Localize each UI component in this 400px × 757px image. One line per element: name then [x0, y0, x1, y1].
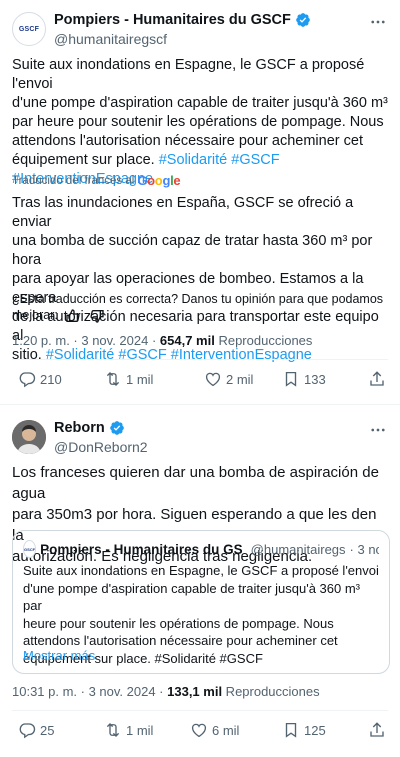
repost-icon: [106, 723, 120, 737]
tweet-timestamp-views: 1:20 p. m. · 3 nov. 2024 · 654,7 mil Rep…: [12, 333, 312, 348]
text-line: Los franceses quieren dar una bomba de a…: [12, 464, 379, 502]
text-line: Suite aux inondations en Espagne, le GSC…: [12, 57, 365, 92]
repost-count: 1 mil: [126, 722, 154, 738]
translated-label: Traducido del francés al: [12, 174, 135, 187]
thumbs-down-icon[interactable]: [89, 308, 105, 324]
reply-count: 210: [40, 371, 62, 387]
repost-count: 1 mil: [126, 371, 154, 387]
text-line: sitio. #Solidarité #GSCF #InterventionEs…: [12, 346, 390, 365]
author-name-line: Reborn: [54, 420, 125, 436]
reply-icon: [19, 372, 36, 388]
reply-count: 25: [40, 722, 55, 738]
text-line: par heure pour soutenir les opérations d…: [12, 114, 384, 130]
text-line: una bomba de succión capaz de tratar has…: [12, 233, 373, 268]
author-name[interactable]: Pompiers - Humanitaires du GSCF: [54, 12, 291, 28]
more-options-icon[interactable]: [368, 420, 388, 440]
timestamp[interactable]: 10:31 p. m. · 3 nov. 2024 ·: [12, 684, 167, 699]
hashtag-link[interactable]: #InterventionEspagne: [171, 347, 312, 363]
bookmark-button[interactable]: 125: [282, 721, 326, 739]
bookmark-count: 133: [304, 371, 326, 387]
hashtag-link[interactable]: #GSCF: [231, 152, 279, 168]
reply-icon: [19, 723, 36, 739]
like-button[interactable]: 6 mil: [190, 721, 239, 739]
tweet-actions: 210 1 mil 2 mil 133: [12, 370, 388, 394]
feedback-prompt: mejorar:: [12, 308, 58, 322]
quoted-author-name: Pompiers - Humanitaires du GS: [40, 541, 243, 557]
hashtag-link[interactable]: #Solidarité: [159, 152, 228, 168]
verified-badge-icon: [296, 13, 310, 27]
verified-badge-icon: [109, 421, 124, 435]
text-line: attendons l'autorisation nécessaire pour…: [23, 633, 338, 648]
repost-icon: [106, 372, 120, 386]
views-count: 133,1 mil: [167, 684, 223, 699]
avatar-logo-text: GSCF: [18, 25, 40, 33]
like-count: 2 mil: [226, 371, 254, 387]
heart-icon: [191, 723, 207, 738]
google-letter: e: [173, 173, 181, 188]
more-options-icon[interactable]: [368, 12, 388, 32]
timestamp[interactable]: 1:20 p. m. · 3 nov. 2024 ·: [12, 333, 160, 348]
thumbs-up-icon[interactable]: [65, 308, 81, 324]
text-line: heure pour soutenir les opérations de po…: [23, 615, 334, 631]
tweet-timestamp-views: 10:31 p. m. · 3 nov. 2024 · 133,1 mil Re…: [12, 684, 320, 699]
bookmark-icon: [285, 722, 297, 738]
feedback-question: ¿Esta traducción es correcta? Danos tu o…: [12, 292, 384, 306]
reply-button[interactable]: 210: [18, 370, 62, 388]
quoted-date: · 3 nov.: [349, 541, 379, 557]
heart-icon: [205, 372, 221, 387]
share-icon: [370, 722, 384, 737]
feedback-row: mejorar:: [12, 307, 390, 324]
text-line: Suite aux inondations en Espagne, le GSC…: [23, 563, 379, 578]
views-count: 654,7 mil: [159, 333, 215, 348]
avatar[interactable]: GSCF: [12, 12, 46, 46]
bookmark-icon: [285, 371, 297, 387]
share-icon: [370, 371, 384, 386]
text-fragment: sitio.: [12, 347, 46, 363]
tweet-separator: [0, 404, 400, 405]
bookmark-count: 125: [304, 722, 326, 738]
text-line: équipement sur place. #Solidarité #GSCF: [12, 151, 390, 170]
tweet-header: GSCF Pompiers - Humanitaires du GSCF @hu…: [12, 10, 388, 54]
share-button[interactable]: [368, 721, 386, 739]
reply-button[interactable]: 25: [18, 721, 54, 739]
translated-by-google[interactable]: Traducido del francés al Google: [12, 173, 181, 188]
quoted-tweet[interactable]: GSCF Pompiers - Humanitaires du GS @huma…: [12, 530, 390, 674]
text-line: Tras las inundaciones en España, GSCF se…: [12, 195, 354, 230]
divider: [12, 710, 388, 711]
text-fragment: équipement sur place.: [12, 152, 159, 168]
google-letter: o: [147, 173, 155, 188]
divider: [12, 359, 388, 360]
author-name-line: Pompiers - Humanitaires du GSCF: [54, 12, 311, 28]
tweet-text-original: Suite aux inondations en Espagne, le GSC…: [12, 56, 390, 189]
quoted-tweet-header: GSCF Pompiers - Humanitaires du GS @huma…: [23, 540, 379, 558]
author-name[interactable]: Reborn: [54, 420, 105, 436]
hashtag-link[interactable]: #GSCF: [118, 347, 166, 363]
tweet-actions: 25 1 mil 6 mil 125: [12, 721, 388, 745]
repost-button[interactable]: 1 mil: [104, 370, 153, 388]
google-letter: G: [137, 173, 148, 188]
hashtag-link[interactable]: #Solidarité: [46, 347, 115, 363]
quoted-author-handle: @humanitairegs: [250, 541, 346, 557]
share-button[interactable]: [368, 370, 386, 388]
like-count: 6 mil: [212, 722, 240, 738]
bookmark-button[interactable]: 133: [282, 370, 326, 388]
like-button[interactable]: 2 mil: [204, 370, 253, 388]
google-logo: Google: [137, 173, 180, 188]
text-line: d'une pompe d'aspiration capable de trai…: [12, 95, 388, 111]
text-line: d'une pompe d'aspiration capable de trai…: [23, 580, 360, 614]
avatar-portrait: [12, 420, 46, 454]
views-label: Reproducciones: [222, 684, 320, 699]
show-more-link[interactable]: Mostrar más: [23, 648, 95, 663]
author-handle[interactable]: @humanitairegscf: [54, 31, 167, 47]
tweet-header: Reborn @DonReborn2: [12, 418, 388, 462]
quoted-avatar: GSCF: [23, 540, 37, 558]
text-line: attendons l'autorisation nécessaire pour…: [12, 133, 363, 149]
avatar[interactable]: [12, 420, 46, 454]
translation-feedback: ¿Esta traducción es correcta? Danos tu o…: [12, 291, 390, 324]
google-letter: g: [162, 173, 171, 188]
author-handle[interactable]: @DonReborn2: [54, 439, 148, 455]
repost-button[interactable]: 1 mil: [104, 721, 153, 739]
views-label: Reproducciones: [214, 333, 313, 348]
